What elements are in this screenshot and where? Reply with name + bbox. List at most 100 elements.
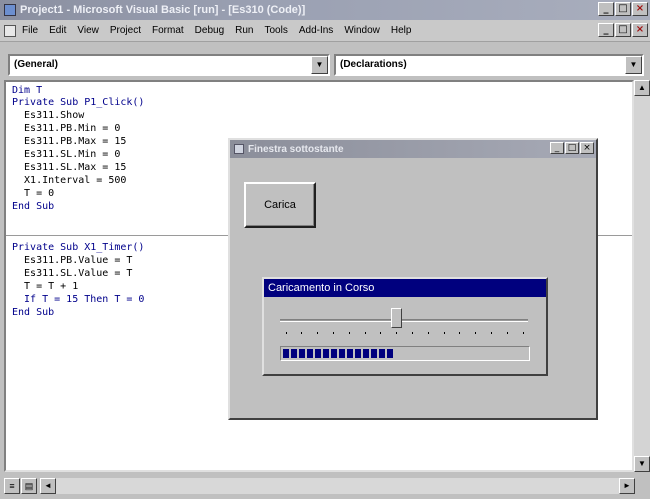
form1-window-controls: _ □ ×	[550, 142, 594, 154]
menu-help[interactable]: Help	[391, 25, 412, 36]
slider-tick	[411, 332, 413, 334]
maximize-button[interactable]: □	[615, 2, 631, 16]
procedure-view-icon[interactable]: ≡	[4, 478, 20, 494]
slider-tick	[459, 332, 461, 334]
code-line: Es311.Show	[12, 110, 85, 121]
vb-app-icon[interactable]	[4, 4, 16, 16]
form1-close-button[interactable]: ×	[580, 142, 594, 154]
mdi-window-controls: _ □ ×	[598, 23, 648, 37]
progress-block	[291, 349, 297, 358]
minimize-button[interactable]: _	[598, 2, 614, 16]
progress-block	[299, 349, 305, 358]
title-bar: Project1 - Microsoft Visual Basic [run] …	[0, 0, 650, 20]
slider-track[interactable]	[280, 319, 528, 322]
scroll-right-arrow-icon[interactable]: ►	[619, 478, 635, 494]
progress-block	[339, 349, 345, 358]
scroll-left-arrow-icon[interactable]: ◄	[40, 478, 56, 494]
carica-button[interactable]: Carica	[244, 182, 316, 228]
code-line: Es311.SL.Min = 0	[12, 149, 121, 160]
menu-window[interactable]: Window	[344, 25, 380, 36]
progress-block	[387, 349, 393, 358]
mdi-restore-button[interactable]: □	[615, 23, 631, 37]
progress-block	[323, 349, 329, 358]
menu-add-ins[interactable]: Add-Ins	[299, 25, 333, 36]
progress-block	[347, 349, 353, 358]
close-button[interactable]: ×	[632, 2, 648, 16]
mdi-minimize-button[interactable]: _	[598, 23, 614, 37]
menu-project[interactable]: Project	[110, 25, 141, 36]
progress-block	[379, 349, 385, 358]
progress-block	[355, 349, 361, 358]
form1-title: Finestra sottostante	[248, 143, 344, 155]
menu-debug[interactable]: Debug	[195, 25, 224, 36]
form-caricamento-in-corso[interactable]: Caricamento in Corso	[262, 277, 548, 376]
mdi-close-button[interactable]: ×	[632, 23, 648, 37]
progress-block	[363, 349, 369, 358]
slider-tick	[490, 332, 492, 334]
window-controls: _ □ ×	[598, 2, 648, 16]
menu-run[interactable]: Run	[235, 25, 253, 36]
vertical-scrollbar[interactable]: ▲ ▼	[634, 80, 650, 472]
slider-thumb[interactable]	[390, 308, 402, 328]
slider-tick	[522, 332, 524, 334]
slider-tick	[475, 332, 477, 334]
object-combo-value: (General)	[14, 59, 58, 70]
code-line: T = T + 1	[12, 281, 79, 292]
progress-block	[283, 349, 289, 358]
slider-tick	[396, 332, 398, 334]
menu-bar: File Edit View Project Format Debug Run …	[0, 20, 650, 42]
slider-tick	[285, 332, 287, 334]
menu-file[interactable]: File	[22, 25, 38, 36]
scroll-up-arrow-icon[interactable]: ▲	[634, 80, 650, 96]
menu-view[interactable]: View	[77, 25, 99, 36]
form1-maximize-button[interactable]: □	[565, 142, 579, 154]
code-line: Es311.SL.Value = T	[12, 268, 133, 279]
slider-tick	[332, 332, 334, 334]
object-dropdown-arrow-icon[interactable]: ▼	[311, 56, 328, 74]
menu-edit[interactable]: Edit	[49, 25, 66, 36]
code-line: End Sub	[12, 201, 55, 212]
slider-tick	[364, 332, 366, 334]
slider-tick	[380, 332, 382, 334]
code-line: Es311.PB.Max = 15	[12, 136, 127, 147]
progress-block	[371, 349, 377, 358]
menu-tools[interactable]: Tools	[264, 25, 287, 36]
slider-tick	[317, 332, 319, 334]
slider-tick	[506, 332, 508, 334]
code-line: X1.Interval = 500	[12, 175, 127, 186]
slider-tick	[348, 332, 350, 334]
procedure-combo-value: (Declarations)	[340, 59, 407, 70]
progress-block	[331, 349, 337, 358]
code-line: Private Sub P1_Click()	[12, 97, 145, 108]
code-line: Es311.SL.Max = 15	[12, 162, 127, 173]
slider-tick	[443, 332, 445, 334]
slider-tick	[427, 332, 429, 334]
form1-title-bar[interactable]: Finestra sottostante _ □ ×	[230, 140, 596, 158]
window-title: Project1 - Microsoft Visual Basic [run] …	[20, 4, 306, 16]
object-combo[interactable]: (General) ▼	[8, 54, 330, 76]
code-line: T = 0	[12, 188, 55, 199]
form2-title: Caricamento in Corso	[264, 279, 546, 297]
scroll-down-arrow-icon[interactable]: ▼	[634, 456, 650, 472]
code-line: Es311.PB.Min = 0	[12, 123, 121, 134]
progress-bar	[280, 346, 530, 361]
menu-format[interactable]: Format	[152, 25, 184, 36]
form-icon[interactable]	[234, 144, 244, 154]
code-line: Dim T	[12, 85, 43, 96]
bottom-bar: ≡ ▤ ◄ ►	[0, 472, 650, 499]
code-combos: (General) ▼ (Declarations) ▼	[0, 54, 650, 78]
code-line: If T = 15 Then T = 0	[12, 294, 145, 305]
procedure-combo[interactable]: (Declarations) ▼	[334, 54, 644, 76]
code-line: End Sub	[12, 307, 55, 318]
code-window-icon[interactable]	[4, 24, 16, 37]
code-line: Private Sub X1_Timer()	[12, 242, 145, 253]
procedure-dropdown-arrow-icon[interactable]: ▼	[625, 56, 642, 74]
code-line: Es311.PB.Value = T	[12, 255, 133, 266]
progress-block	[315, 349, 321, 358]
progress-block	[307, 349, 313, 358]
horizontal-scrollbar[interactable]: ◄ ►	[40, 478, 635, 494]
form1-minimize-button[interactable]: _	[550, 142, 564, 154]
slider-ticks	[280, 332, 528, 336]
slider-tick	[301, 332, 303, 334]
full-module-view-icon[interactable]: ▤	[21, 478, 37, 494]
